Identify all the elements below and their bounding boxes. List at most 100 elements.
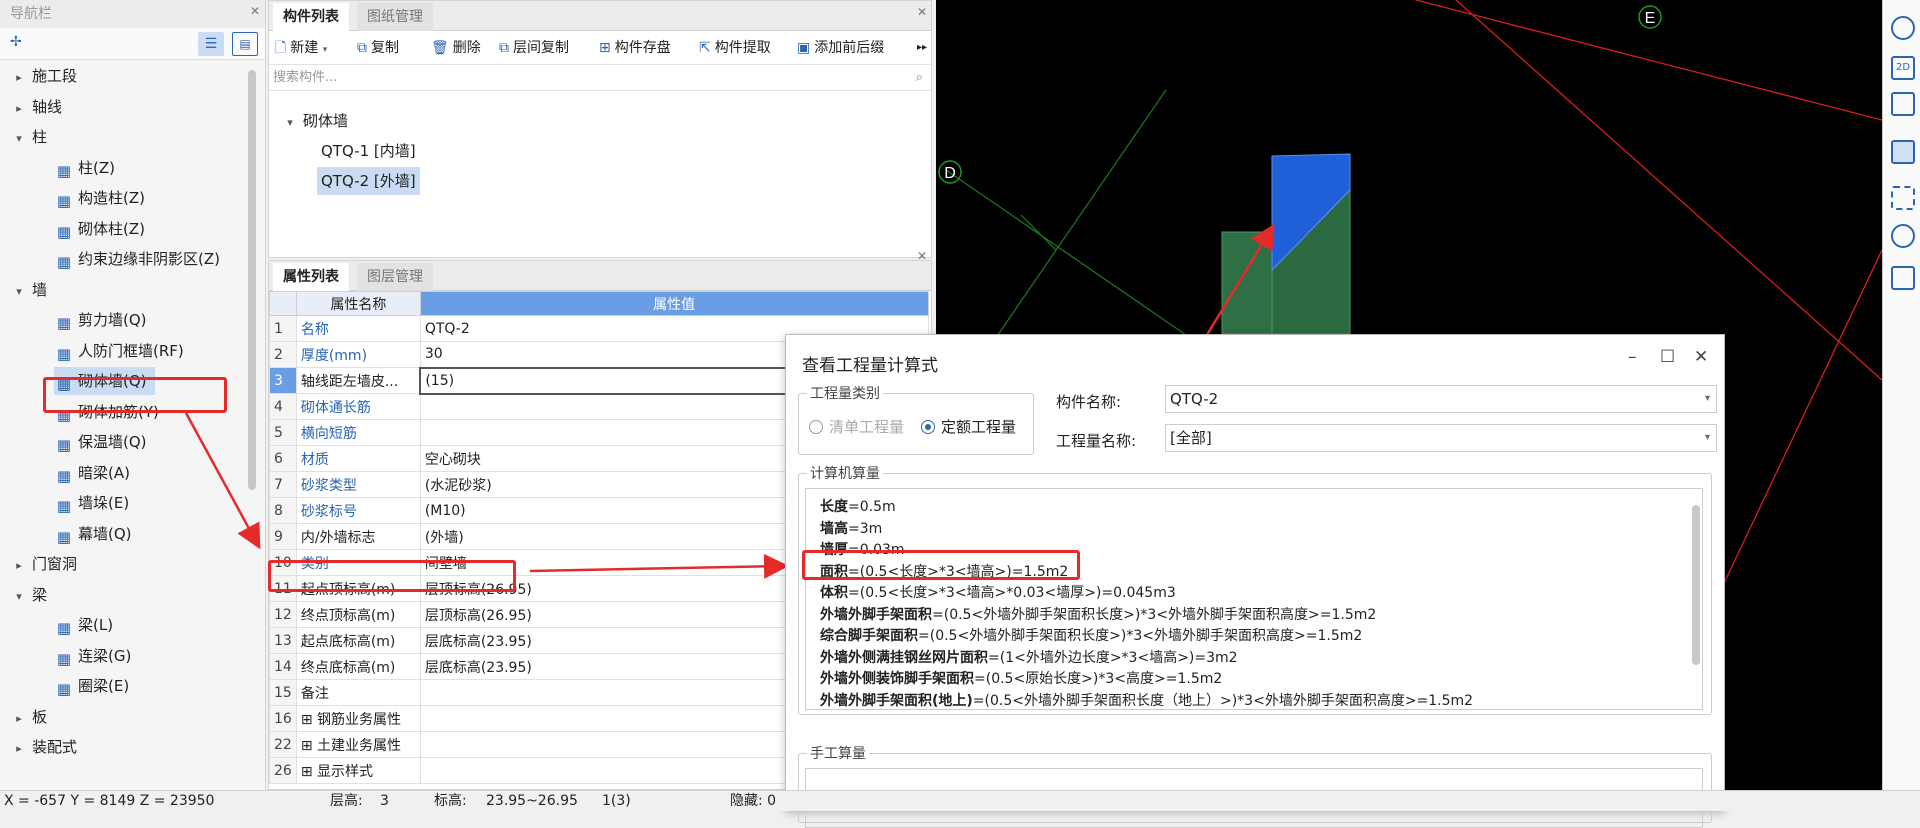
quantity-name-select[interactable]: [全部] ▾ bbox=[1165, 424, 1717, 452]
nav-tree: ▸ 施工段 ▸ 轴线 ▾ 柱 ▦ 柱(Z) ▦ 构造柱(Z) ▦ 砌体柱(Z) ▦ 约束边缘非阴影区(Z)… bbox=[0, 60, 265, 780]
property-view-icon[interactable] bbox=[1891, 266, 1915, 290]
2d-view-icon[interactable]: 2D bbox=[1891, 56, 1915, 80]
nav-group[interactable]: ▾ 梁 bbox=[12, 581, 47, 609]
copy-button[interactable]: ⧉ 复制 bbox=[357, 37, 399, 59]
property-tabs: 属性列表 图层管理 ✕ bbox=[269, 250, 931, 291]
floor-copy-icon: ⧉ bbox=[499, 40, 509, 56]
close-icon[interactable]: ✕ bbox=[1694, 347, 1708, 367]
extract-icon: ⇱ bbox=[699, 40, 711, 56]
radio-bill-quantity[interactable]: 清单工程量 bbox=[809, 416, 904, 437]
caret-down-icon: ▾ bbox=[287, 116, 293, 129]
curtain-wall-icon: ▦ bbox=[56, 527, 72, 546]
status-bar: X = -657 Y = 8149 Z = 23950 层高: 3 标高: 23… bbox=[0, 790, 1920, 811]
nav-item[interactable]: ▦ 人防门框墙(RF) bbox=[54, 337, 192, 365]
nav-group[interactable]: ▸ 门窗洞 bbox=[12, 550, 77, 578]
floor-copy-button[interactable]: ⧉ 层间复制 bbox=[499, 37, 569, 59]
nav-group[interactable]: ▾ 柱 bbox=[12, 123, 47, 151]
nav-item[interactable]: ▦ 构造柱(Z) bbox=[54, 184, 153, 212]
nav-item[interactable]: ▦ 砌体柱(Z) bbox=[54, 215, 153, 243]
maximize-icon[interactable]: ☐ bbox=[1660, 347, 1675, 367]
nav-close-icon[interactable]: ✕ bbox=[250, 5, 260, 17]
3d-box-icon[interactable] bbox=[1891, 92, 1915, 116]
caret-right-icon[interactable]: ▸ bbox=[12, 64, 26, 92]
fullscreen-icon[interactable] bbox=[1891, 186, 1915, 210]
nav-group[interactable]: ▸ 施工段 bbox=[12, 62, 77, 90]
nav-item[interactable]: ▦ 剪力墙(Q) bbox=[54, 306, 155, 334]
expand-icon[interactable]: ⊞ bbox=[301, 738, 317, 754]
trash-icon: 🗑 bbox=[431, 40, 449, 56]
nav-item[interactable]: ▦ 柱(Z) bbox=[54, 154, 123, 182]
tab-drawing-management[interactable]: 图纸管理 bbox=[357, 3, 433, 31]
delete-button[interactable]: 🗑 删除 bbox=[431, 37, 481, 59]
caret-down-icon[interactable]: ▾ bbox=[12, 125, 26, 153]
minimize-icon[interactable]: – bbox=[1628, 347, 1637, 367]
extract-component-button[interactable]: ⇱ 构件提取 bbox=[699, 37, 771, 59]
nav-item[interactable]: ▦ 连梁(G) bbox=[54, 642, 139, 670]
tab-component-list[interactable]: 构件列表 bbox=[273, 3, 349, 31]
manual-calculation-group: 手工算量 bbox=[798, 743, 1712, 828]
new-icon: 🗋 bbox=[275, 40, 287, 56]
formula-line: 外墙外侧装饰脚手架面积=(0.5<原始长度>)*3<高度>=1.5m2 bbox=[820, 671, 1223, 687]
beam-icon: ▦ bbox=[56, 619, 72, 637]
component-panel-close-icon[interactable]: ✕ bbox=[917, 6, 927, 18]
civil-defense-door-wall-icon: ▦ bbox=[56, 344, 72, 363]
component-item-qtq2[interactable]: QTQ-2 [外墙] bbox=[317, 167, 420, 195]
nav-item[interactable]: ▦ 幕墙(Q) bbox=[54, 520, 140, 548]
nav-item[interactable]: ▦ 墙垛(E) bbox=[54, 489, 137, 517]
computer-calculation-group: 计算机算量 长度=0.5m 墙高=3m 墙厚=0.03m 面积=(0.5<长度>*3<… bbox=[798, 463, 1712, 715]
3d-box-filled-icon[interactable] bbox=[1891, 140, 1915, 164]
component-tabs: 构件列表 图纸管理 ✕ bbox=[269, 1, 931, 31]
hidden-count: 隐藏: 0 bbox=[730, 793, 777, 809]
add-prefix-suffix-button[interactable]: ▣ 添加前后缀 bbox=[797, 37, 884, 59]
caret-down-icon[interactable]: ▾ bbox=[12, 278, 26, 306]
list-view-icon[interactable]: ☰ bbox=[198, 32, 224, 56]
caret-right-icon[interactable]: ▸ bbox=[12, 95, 26, 123]
formula-scrollbar[interactable] bbox=[1692, 505, 1700, 665]
nav-item[interactable]: ▦ 约束边缘非阴影区(Z) bbox=[54, 245, 228, 273]
detail-view-icon[interactable]: ▤ bbox=[232, 32, 258, 56]
nav-group[interactable]: ▸ 装配式 bbox=[12, 733, 77, 761]
col-header-name: 属性名称 bbox=[295, 291, 421, 316]
tab-layer-management[interactable]: 图层管理 bbox=[357, 263, 433, 291]
new-button[interactable]: 🗋 新建 ▾ bbox=[275, 37, 327, 59]
caret-down-icon[interactable]: ▾ bbox=[12, 583, 26, 611]
nav-group[interactable]: ▸ 板 bbox=[12, 703, 47, 731]
component-list-panel: 构件列表 图纸管理 ✕ 🗋 新建 ▾ ⧉ 复制 🗑 删除 ⧉ 层间复制 ⊞ 构件存盘 ⇱ 构… bbox=[268, 0, 932, 258]
column-icon: ▦ bbox=[56, 161, 72, 180]
nav-item[interactable]: ▦ 圈梁(E) bbox=[54, 672, 137, 700]
radio-quota-quantity[interactable]: 定额工程量 bbox=[921, 416, 1016, 437]
component-tree-root[interactable]: ▾ 砌体墙 bbox=[283, 107, 348, 135]
nav-item[interactable]: ▦ 梁(L) bbox=[54, 611, 121, 639]
property-panel-close-icon[interactable]: ✕ bbox=[917, 250, 927, 262]
wall-face-side bbox=[1221, 231, 1273, 335]
nav-item[interactable]: ▦ 保温墙(Q) bbox=[54, 428, 155, 456]
nav-item[interactable]: ▦ 暗梁(A) bbox=[54, 459, 138, 487]
caret-right-icon[interactable]: ▸ bbox=[12, 552, 26, 580]
quantity-type-group: 工程量类别 清单工程量 定额工程量 bbox=[798, 383, 1034, 455]
nav-group[interactable]: ▾ 墙 bbox=[12, 276, 47, 304]
more-tools-icon[interactable]: ▸▸ bbox=[917, 37, 927, 59]
component-item-qtq1[interactable]: QTQ-1 [内墙] bbox=[317, 137, 420, 165]
pin-icon[interactable]: ✢ bbox=[10, 34, 22, 50]
nav-group[interactable]: ▸ 轴线 bbox=[12, 93, 62, 121]
nav-scrollbar[interactable] bbox=[248, 70, 256, 490]
floor-height-value: 3 bbox=[380, 793, 389, 809]
caret-right-icon[interactable]: ▸ bbox=[12, 705, 26, 733]
calculation-formula-box[interactable]: 长度=0.5m 墙高=3m 墙厚=0.03m 面积=(0.5<长度>*3<墙高>)=1… bbox=[805, 488, 1703, 710]
expand-icon[interactable]: ⊞ bbox=[301, 712, 317, 728]
formula-line: 外墙外脚手架面积=(0.5<外墙外脚手架面积长度>)*3<外墙外脚手架面积高度>… bbox=[820, 606, 1377, 623]
component-name-field[interactable]: QTQ-2 ▾ bbox=[1165, 385, 1717, 413]
3d-orbit-icon[interactable] bbox=[1891, 16, 1915, 40]
caret-right-icon[interactable]: ▸ bbox=[12, 735, 26, 763]
component-view-icon[interactable] bbox=[1891, 224, 1915, 248]
highlight-category-row bbox=[268, 560, 516, 592]
expand-icon[interactable]: ⊞ bbox=[301, 764, 317, 780]
coupling-beam-icon: ▦ bbox=[56, 649, 72, 668]
component-search-input[interactable]: 搜索构件... ⌕ bbox=[269, 65, 931, 91]
chevron-down-icon[interactable]: ▾ bbox=[323, 45, 328, 55]
dialog-title: 查看工程量计算式 bbox=[802, 356, 938, 376]
save-component-button[interactable]: ⊞ 构件存盘 bbox=[599, 37, 671, 59]
tab-property-list[interactable]: 属性列表 bbox=[273, 263, 349, 291]
search-icon[interactable]: ⌕ bbox=[916, 65, 923, 91]
formula-line: 体积=(0.5<长度>*3<墙高>*0.03<墙厚>)=0.045m3 bbox=[820, 585, 1176, 601]
